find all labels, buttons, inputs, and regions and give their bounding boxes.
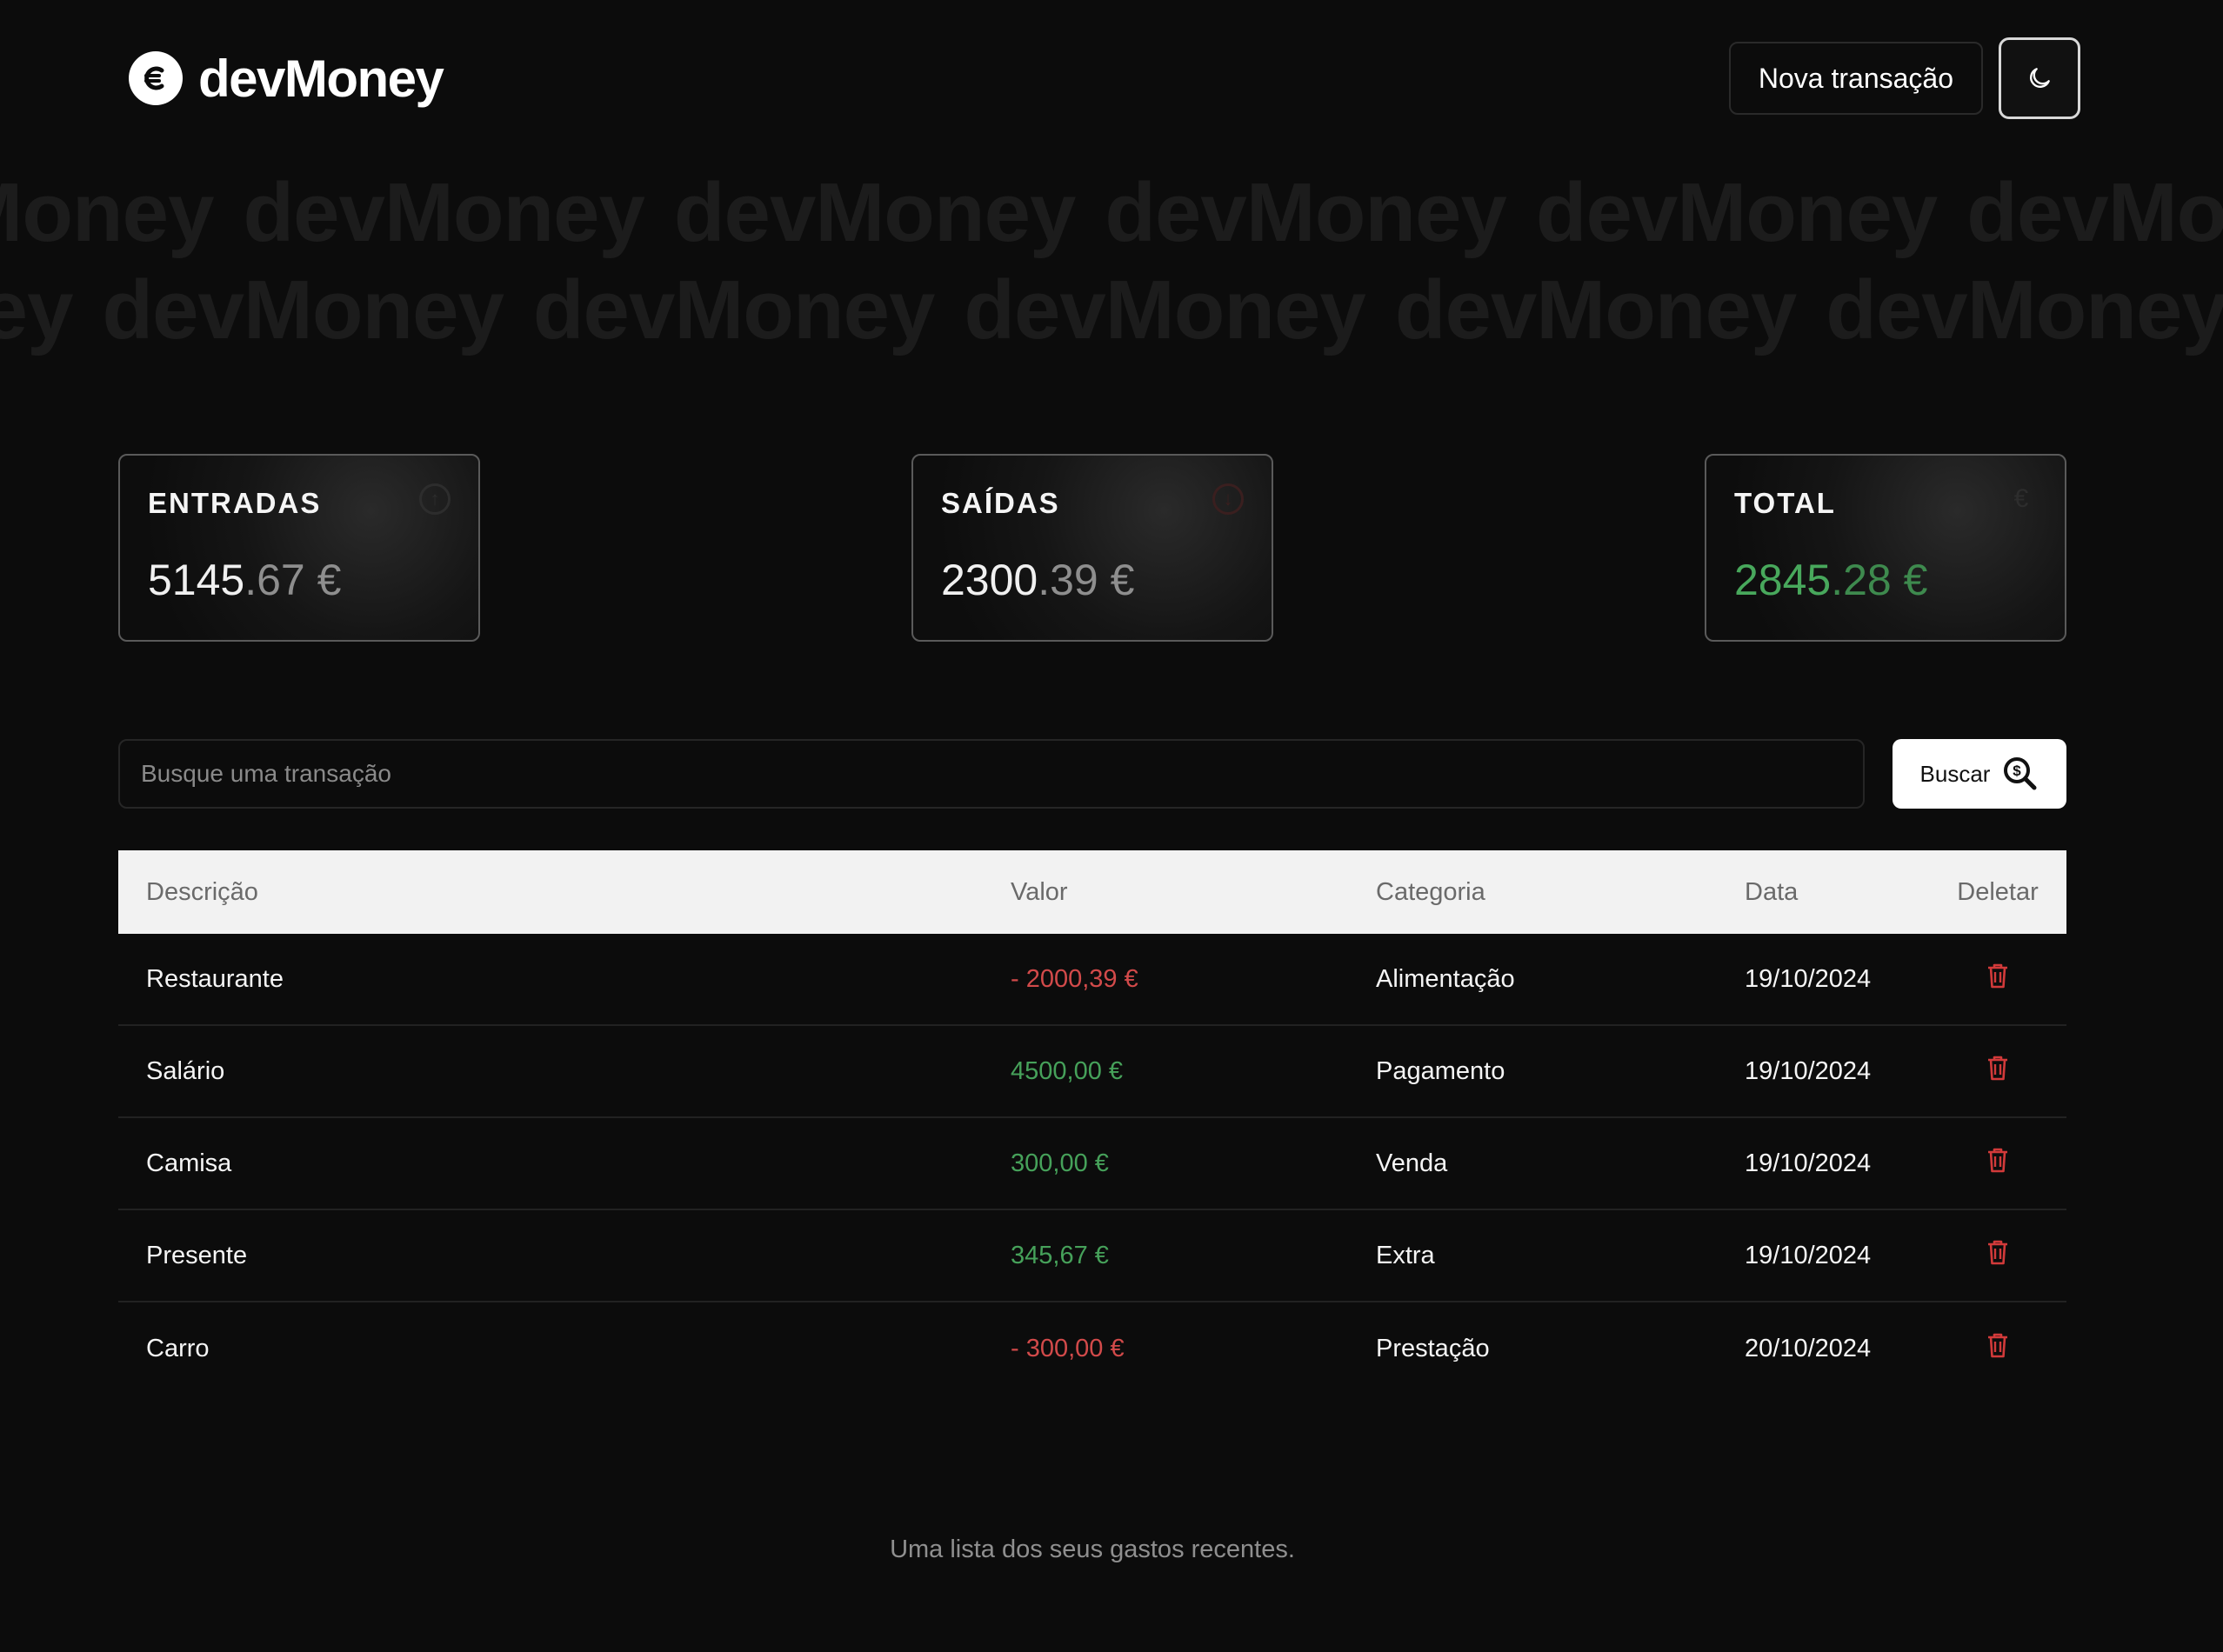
table-row: Presente 345,67 € Extra 19/10/2024 xyxy=(118,1210,2066,1302)
expenses-card: SAÍDAS 2300.39 € ↓ xyxy=(911,454,1273,642)
summary-cards: ENTRADAS 5145.67 € ↑ SAÍDAS 2300.39 € ↓ … xyxy=(118,454,2066,642)
trash-icon xyxy=(1986,1146,2010,1181)
delete-button[interactable] xyxy=(1929,1146,2066,1181)
delete-button[interactable] xyxy=(1929,1331,2066,1366)
header-actions: Nova transação xyxy=(1728,37,2080,119)
delete-button[interactable] xyxy=(1929,1054,2066,1089)
search-input[interactable] xyxy=(118,739,1865,809)
header-date[interactable]: Data xyxy=(1745,878,1929,907)
theme-toggle-button[interactable] xyxy=(1999,37,2080,119)
total-value: 2845.28 € xyxy=(1734,556,1928,604)
page: devMoney Nova transação devMoneydevMoney… xyxy=(0,0,2223,1652)
row-date: 19/10/2024 xyxy=(1745,1056,1872,1085)
row-description: Camisa xyxy=(146,1149,232,1177)
search-row: Buscar $ xyxy=(118,739,2066,810)
table-header: Descrição Valor Categoria Data Deletar xyxy=(118,850,2066,934)
trash-icon xyxy=(1986,1238,2010,1273)
app-header: devMoney Nova transação xyxy=(129,35,2080,122)
arrow-down-circle-icon: ↓ xyxy=(1212,483,1244,515)
delete-button[interactable] xyxy=(1929,962,2066,996)
header-delete: Deletar xyxy=(1957,877,2039,906)
row-date: 20/10/2024 xyxy=(1745,1334,1872,1362)
row-date: 19/10/2024 xyxy=(1745,1241,1872,1269)
total-label: TOTAL xyxy=(1734,487,1836,519)
search-dollar-icon: $ xyxy=(2004,757,2037,790)
euro-icon: € xyxy=(2013,484,2029,513)
row-date: 19/10/2024 xyxy=(1745,964,1872,993)
euro-logo-icon xyxy=(129,51,183,105)
new-transaction-button[interactable]: Nova transação xyxy=(1728,42,1983,115)
table-row: Camisa 300,00 € Venda 19/10/2024 xyxy=(118,1118,2066,1210)
row-value: 4500,00 € xyxy=(1011,1056,1124,1085)
row-category: Extra xyxy=(1376,1241,1435,1269)
row-value: - 2000,39 € xyxy=(1011,964,1138,993)
row-category: Prestação xyxy=(1376,1334,1490,1362)
svg-text:$: $ xyxy=(2013,763,2022,779)
moon-icon xyxy=(2030,68,2050,88)
row-value: 345,67 € xyxy=(1011,1241,1109,1269)
row-category: Venda xyxy=(1376,1149,1448,1177)
table-row: Restaurante - 2000,39 € Alimentação 19/10/2… xyxy=(118,934,2066,1026)
delete-button[interactable] xyxy=(1929,1238,2066,1273)
row-value: - 300,00 € xyxy=(1011,1334,1125,1362)
income-value: 5145.67 € xyxy=(148,556,342,604)
transactions-table: Descrição Valor Categoria Data Deletar R… xyxy=(118,850,2066,1395)
total-card: TOTAL 2845.28 € € xyxy=(1705,454,2066,642)
brand-name: devMoney xyxy=(198,49,444,108)
watermark-row-1: devMoneydevMoneydevMoneydevMoneydevMoney… xyxy=(0,166,2223,259)
expenses-value: 2300.39 € xyxy=(941,556,1135,604)
income-label: ENTRADAS xyxy=(148,487,322,519)
arrow-up-circle-icon: ↑ xyxy=(419,483,451,515)
table-row: Salário 4500,00 € Pagamento 19/10/2024 xyxy=(118,1026,2066,1118)
header-category[interactable]: Categoria xyxy=(1376,878,1745,907)
row-description: Carro xyxy=(146,1334,210,1362)
trash-icon xyxy=(1986,1054,2010,1089)
income-card: ENTRADAS 5145.67 € ↑ xyxy=(118,454,480,642)
brand[interactable]: devMoney xyxy=(129,49,444,109)
row-value: 300,00 € xyxy=(1011,1149,1109,1177)
watermark-row-2: devMoneydevMoneydevMoneydevMoneydevMoney… xyxy=(0,263,2223,356)
row-category: Alimentação xyxy=(1376,964,1515,993)
header-description[interactable]: Descrição xyxy=(118,878,1011,907)
row-description: Presente xyxy=(146,1241,248,1269)
table-body: Restaurante - 2000,39 € Alimentação 19/10/2… xyxy=(118,934,2066,1395)
search-button[interactable]: Buscar $ xyxy=(1893,739,2066,809)
table-caption: Uma lista dos seus gastos recentes. xyxy=(890,1535,1295,1563)
row-description: Restaurante xyxy=(146,964,284,993)
expenses-label: SAÍDAS xyxy=(941,487,1060,519)
row-category: Pagamento xyxy=(1376,1056,1505,1085)
table-row: Carro - 300,00 € Prestação 20/10/2024 xyxy=(118,1302,2066,1395)
trash-icon xyxy=(1986,962,2010,996)
search-button-label: Buscar xyxy=(1919,760,1991,787)
trash-icon xyxy=(1986,1331,2010,1366)
watermark-band: devMoneydevMoneydevMoneydevMoneydevMoney… xyxy=(0,165,2223,365)
header-value[interactable]: Valor xyxy=(1011,878,1376,907)
row-date: 19/10/2024 xyxy=(1745,1149,1872,1177)
row-description: Salário xyxy=(146,1056,225,1085)
